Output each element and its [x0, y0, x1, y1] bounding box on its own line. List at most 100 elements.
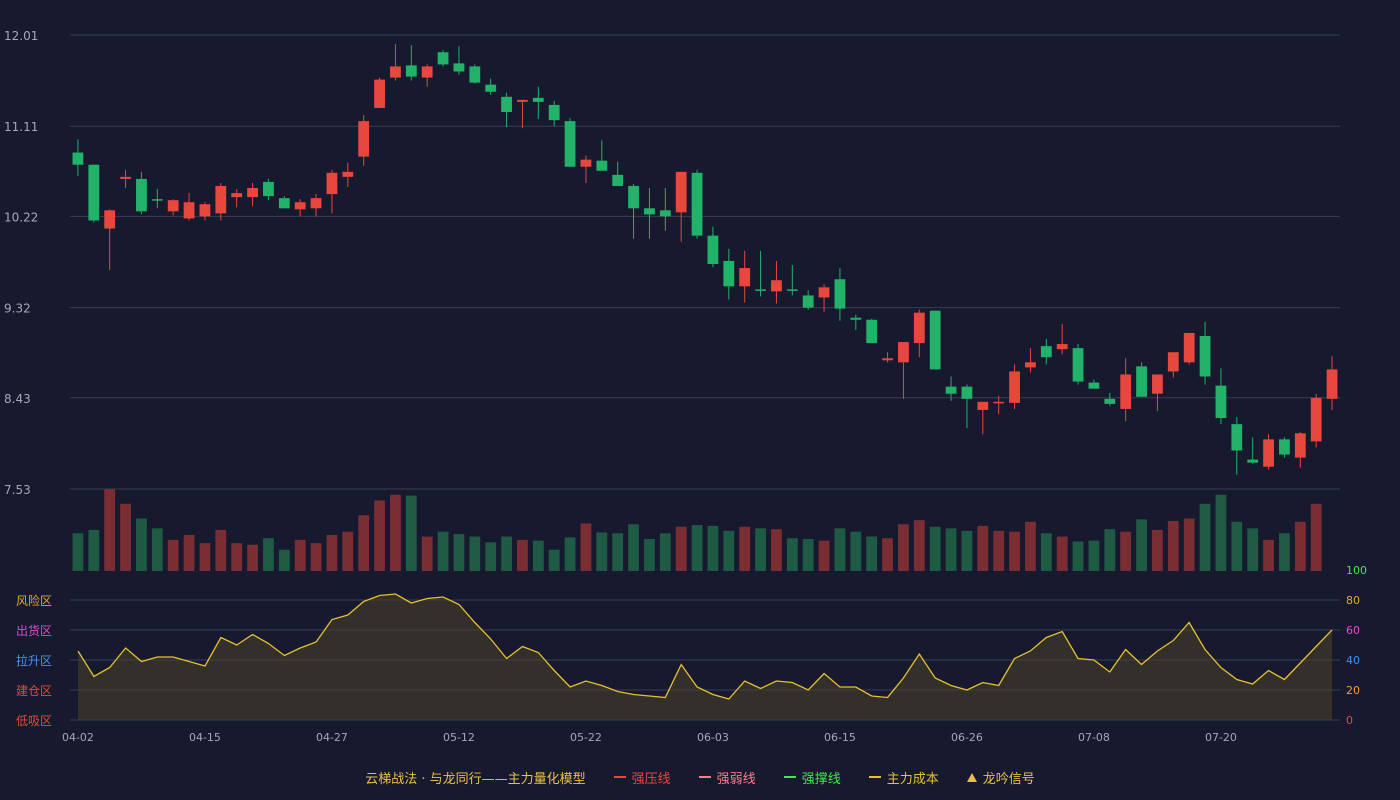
volume-bar: [1120, 531, 1132, 571]
candle-body: [437, 52, 449, 65]
volume-bar: [580, 523, 592, 571]
candle-body: [850, 317, 862, 320]
candle: [263, 178, 274, 201]
candle: [199, 202, 211, 221]
date-tick-label: 05-12: [443, 731, 475, 744]
candle-body: [913, 312, 925, 344]
candle-body: [485, 84, 497, 92]
volume-bar: [199, 543, 211, 571]
legend-item-strength-line[interactable]: 强弱线: [698, 768, 756, 787]
volume-bar: [1199, 503, 1211, 571]
candle-body: [723, 260, 735, 287]
candle-body: [278, 198, 290, 209]
candle: [120, 169, 131, 189]
candle-body: [802, 295, 814, 308]
candle: [771, 260, 782, 304]
volume-bar: [1183, 518, 1195, 571]
price-tick-label: 12.01: [4, 29, 38, 43]
volume-bar: [263, 538, 274, 571]
candle: [88, 164, 100, 223]
candle-body: [120, 176, 131, 179]
legend-label: 主力成本: [886, 771, 939, 787]
volume-bar: [342, 531, 354, 571]
candle-body: [326, 172, 338, 195]
candle: [72, 139, 84, 176]
candle: [691, 169, 703, 239]
volume-bar: [1072, 541, 1084, 571]
candle-body: [1231, 424, 1243, 451]
candle-body: [1009, 371, 1020, 403]
candle: [834, 268, 846, 321]
legend-item-main-cost[interactable]: 主力成本: [868, 768, 939, 787]
volume-bar: [675, 526, 687, 571]
price-grid: [70, 34, 1340, 490]
chart-canvas: 12.01 11.11 10.22 9.32 8.43 7.53 100 80 60 40 20 0…: [4, 29, 1367, 744]
candle-body: [501, 96, 512, 113]
volume-bars: [72, 489, 1322, 571]
candle-body: [675, 171, 687, 213]
price-tick-label: 11.11: [4, 120, 38, 134]
volume-bar: [1247, 528, 1259, 571]
candle: [739, 250, 751, 303]
candle-body: [1120, 374, 1132, 409]
volume-bar: [247, 544, 258, 571]
candle-body: [1104, 398, 1116, 404]
volume-bar: [913, 520, 925, 571]
volume-bar: [564, 537, 576, 571]
candle: [898, 342, 909, 399]
candle: [1263, 434, 1274, 470]
indicator-tick-label: 0: [1346, 714, 1353, 727]
candle-body: [310, 198, 322, 209]
volume-bar: [818, 540, 830, 571]
candle-body: [1294, 433, 1306, 458]
legend-item-dragon-signal[interactable]: 龙吟信号: [966, 768, 1035, 787]
legend-item-pressure-line[interactable]: 强压线: [613, 768, 671, 787]
candle-body: [358, 121, 370, 157]
legend-item-support-line[interactable]: 强撑线: [783, 768, 841, 787]
candle-body: [215, 185, 227, 214]
candle: [294, 199, 306, 217]
candle-body: [1310, 397, 1322, 442]
volume-bar: [1310, 503, 1322, 571]
volume-bar: [1088, 540, 1100, 571]
candle-body: [88, 164, 100, 221]
legend: 云梯战法 · 与龙同行——主力量化模型 强压线 强弱线 强撑线 主力成本 龙吟信…: [0, 766, 1400, 788]
candle: [723, 248, 735, 300]
candle: [485, 78, 497, 95]
volume-bar: [151, 528, 163, 571]
candle-body: [1263, 439, 1274, 467]
candle-body: [929, 310, 941, 370]
date-tick-label: 06-15: [824, 731, 856, 744]
candle: [1183, 332, 1195, 365]
indicator-line: [77, 593, 1333, 720]
volume-bar: [1215, 494, 1227, 571]
candle: [326, 169, 338, 214]
candle: [437, 50, 449, 67]
candle: [882, 352, 893, 363]
candle-body: [755, 289, 766, 291]
indicator-tick-label: 40: [1346, 654, 1360, 667]
candle-body: [1326, 369, 1338, 399]
volume-bar: [517, 539, 528, 571]
indicator-axis: 100 80 60 40 20 0: [1346, 564, 1367, 727]
volume-bar: [755, 528, 766, 571]
candle-body: [1056, 344, 1068, 350]
candle: [1231, 417, 1243, 475]
volume-bar: [88, 530, 100, 571]
legend-label: 强撑线: [801, 771, 841, 787]
candle-body: [151, 199, 163, 201]
price-tick-label: 7.53: [4, 483, 31, 497]
candle: [596, 140, 608, 171]
candle-body: [1040, 346, 1052, 358]
candle-body: [1072, 348, 1084, 382]
candle-body: [453, 63, 465, 72]
candle: [532, 86, 544, 120]
volume-bar: [644, 539, 655, 571]
volume-bar: [1040, 533, 1052, 571]
candle-body: [834, 279, 846, 309]
candle: [405, 45, 417, 81]
candle: [517, 99, 528, 129]
volume-bar: [596, 532, 608, 571]
candle-body: [183, 202, 195, 219]
candle-body: [707, 235, 719, 265]
